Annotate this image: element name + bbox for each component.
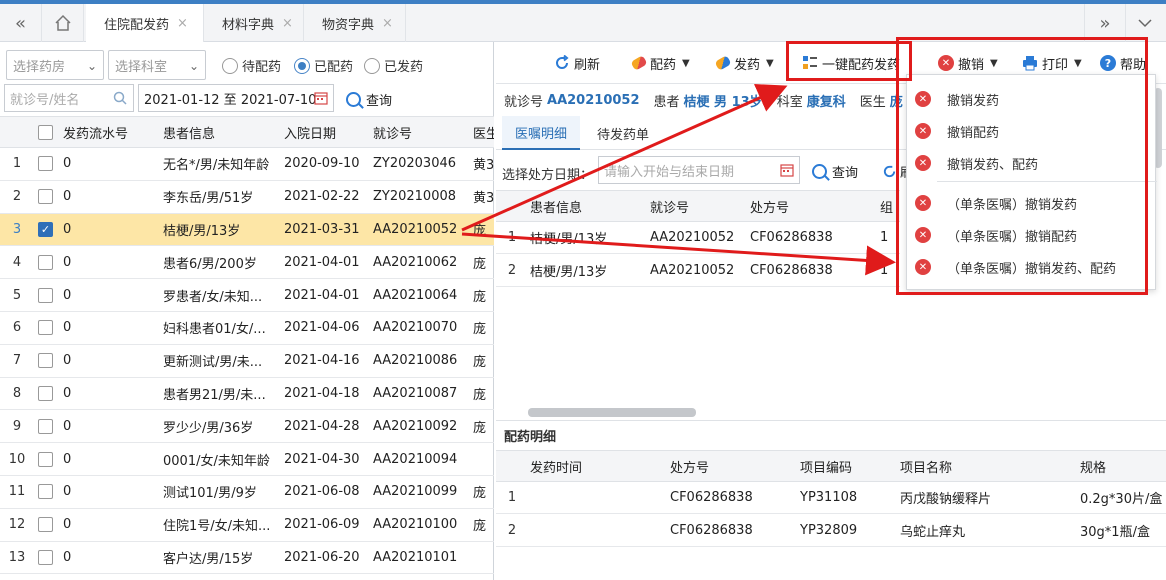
app-window: « 住院配发药 × 材料字典 × 物资字典 × » 选择药房 ⌄ 选择科室 ⌄ 待配药 已…: [0, 0, 1166, 580]
annotation-arrow-up: [461, 84, 788, 232]
annotation-arrows: [461, 84, 896, 276]
annotation-arrow-right: [461, 232, 896, 276]
